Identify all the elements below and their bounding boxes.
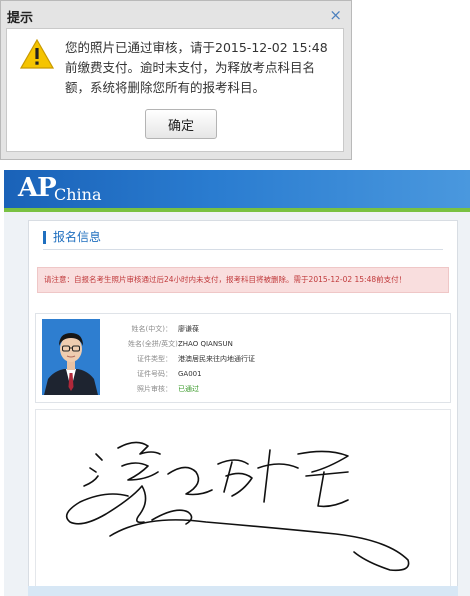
close-icon[interactable]: × [329, 6, 342, 24]
field-value: 廖谦葆 [178, 325, 199, 333]
field-value: 港澳居民来往内地通行证 [178, 355, 255, 363]
footer-bar [28, 586, 458, 596]
dialog-body: 您的照片已通过审核，请于2015-12-02 15:48前缴费支付。逾时未支付，… [6, 28, 344, 152]
section-divider [43, 249, 443, 250]
registration-panel: 报名信息 请注意：自报名考生照片审核通过后24小时内未支付，报考科目将被删除。需… [28, 220, 458, 596]
applicant-photo [42, 319, 100, 395]
field-label: 证件号码： [137, 370, 172, 378]
field-value: GA001 [178, 370, 202, 378]
section-title: 报名信息 [43, 231, 101, 244]
applicant-info-card: 姓名(中文)： 廖谦葆 姓名(全拼/英文)： ZHAO QIANSUN 证件类型… [35, 313, 451, 403]
ok-button[interactable]: 确定 [145, 109, 217, 139]
registration-page: AP China 报名信息 请注意：自报名考生照片审核通过后24小时内未支付，报… [4, 170, 470, 596]
alert-dialog: 提示 × 您的照片已通过审核，请于2015-12-02 15:48前缴费支付。逾… [0, 0, 352, 160]
warning-icon [20, 39, 54, 69]
field-label: 姓名(全拼/英文)： [128, 340, 185, 348]
dialog-title: 提示 [7, 11, 34, 26]
logo[interactable]: AP [18, 173, 57, 203]
site-header: AP China [4, 170, 470, 208]
field-label: 证件类型： [137, 355, 172, 363]
header-accent-bar [4, 208, 470, 212]
dialog-message: 您的照片已通过审核，请于2015-12-02 15:48前缴费支付。逾时未支付，… [65, 40, 328, 95]
field-label: 姓名(中文)： [131, 325, 172, 333]
status-badge: 已通过 [178, 385, 199, 393]
logo-subtitle: China [54, 185, 102, 204]
payment-notice: 请注意：自报名考生照片审核通过后24小时内未支付，报考科目将被删除。需于2015… [37, 267, 449, 293]
signature-image [35, 409, 451, 596]
field-value: ZHAO QIANSUN [178, 340, 233, 348]
field-label: 照片审核： [137, 385, 172, 393]
